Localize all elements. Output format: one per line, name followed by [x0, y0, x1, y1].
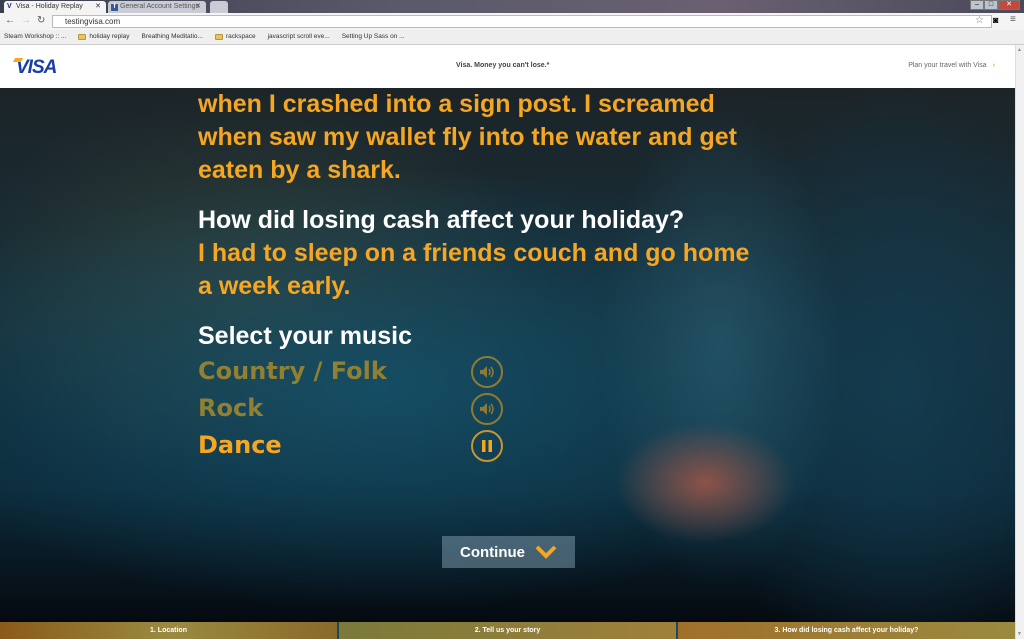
plan-link-label: Plan your travel with Visa: [908, 62, 987, 69]
plan-travel-link[interactable]: Plan your travel with Visa ›: [908, 62, 995, 69]
story-content: when I crashed into a sign post. I screa…: [198, 88, 838, 464]
text-line: a week early.: [198, 272, 351, 300]
back-icon[interactable]: ←: [5, 15, 15, 26]
tagline: Visa. Money you can't lose.*: [456, 62, 550, 69]
scroll-down-icon[interactable]: ▼: [1017, 631, 1022, 637]
close-tab-icon[interactable]: ✕: [95, 1, 101, 13]
menu-icon[interactable]: ≡: [1010, 14, 1016, 25]
text-line: when saw my wallet fly into the water an…: [198, 123, 738, 151]
folder-icon: [214, 34, 223, 40]
tab-visa-holiday-replay[interactable]: V Visa - Holiday Replay ✕: [4, 1, 106, 13]
bookmark-label: Setting Up Sass on ...: [341, 33, 405, 40]
bookmark[interactable]: Setting Up Sass on ...: [342, 30, 405, 44]
chevron-down-icon: [535, 545, 557, 559]
music-option-country-folk[interactable]: Country / Folk: [198, 353, 838, 390]
new-tab-button[interactable]: [210, 1, 228, 13]
tab-general-account-settings[interactable]: f General Account Settings ✕: [108, 1, 206, 13]
text-line: eaten by a shark.: [198, 156, 401, 184]
bookmark-folder[interactable]: holiday replay: [78, 30, 130, 44]
facebook-favicon-icon: f: [111, 4, 118, 11]
speaker-icon[interactable]: [471, 356, 503, 388]
minimize-icon[interactable]: –: [970, 0, 984, 10]
text-line: when I crashed into a sign post. I screa…: [198, 90, 715, 118]
music-option-dance[interactable]: Dance: [198, 427, 838, 464]
bookmark-label: Steam Workshop :: ...: [4, 33, 67, 40]
text-line: I had to sleep on a friends couch and go…: [198, 239, 750, 267]
visa-favicon-icon: V: [7, 3, 12, 10]
scrollbar[interactable]: ▲ ▼: [1015, 45, 1024, 639]
bookmark-star-icon[interactable]: ☆: [975, 15, 984, 26]
bookmark-label: javascript scroll eve...: [267, 33, 330, 40]
question-heading: How did losing cash affect your holiday?: [198, 206, 685, 234]
close-tab-icon[interactable]: ✕: [195, 1, 201, 13]
progress-steps: 1. Location 2. Tell us your story 3. How…: [0, 622, 1015, 639]
bookmark-label: Breathing Meditatio...: [141, 33, 203, 40]
page: VISA Visa. Money you can't lose.* Plan y…: [0, 45, 1015, 639]
step-cash-effect[interactable]: 3. How did losing cash affect your holid…: [678, 622, 1015, 639]
music-option-rock[interactable]: Rock: [198, 390, 838, 427]
music-option-label: Country / Folk: [198, 357, 387, 385]
chevron-right-icon: ›: [992, 62, 995, 69]
incognito-icon[interactable]: ◙: [993, 15, 998, 25]
tab-title: Visa - Holiday Replay: [16, 3, 83, 10]
bookmark-label: rackspace: [225, 33, 256, 40]
visa-logo[interactable]: VISA: [16, 57, 57, 79]
step-location[interactable]: 1. Location: [0, 622, 339, 639]
url-input[interactable]: testingvisa.com: [52, 15, 992, 28]
bookmark[interactable]: Steam Workshop :: ...: [4, 30, 66, 44]
music-option-label: Rock: [198, 394, 264, 422]
bookmark[interactable]: Breathing Meditatio...: [142, 30, 203, 44]
bookmark[interactable]: javascript scroll eve...: [268, 30, 330, 44]
bookmark-folder[interactable]: rackspace: [214, 30, 256, 44]
close-window-icon[interactable]: ✕: [998, 0, 1020, 10]
browser-tab-bar: V Visa - Holiday Replay ✕ f General Account…: [0, 0, 1024, 13]
reload-icon[interactable]: ↻: [37, 15, 45, 26]
bookmarks-bar: Steam Workshop :: ... holiday replay Bre…: [0, 30, 1024, 45]
tab-title: General Account Settings: [120, 3, 199, 10]
scroll-up-icon[interactable]: ▲: [1017, 47, 1022, 53]
speaker-icon[interactable]: [471, 393, 503, 425]
forward-icon[interactable]: →: [21, 15, 31, 26]
site-header: VISA Visa. Money you can't lose.* Plan y…: [0, 45, 1015, 88]
continue-label: Continue: [460, 543, 525, 561]
bookmark-label: holiday replay: [89, 33, 130, 40]
continue-button[interactable]: Continue: [442, 536, 575, 568]
maximize-icon[interactable]: □: [984, 0, 998, 10]
music-option-label: Dance: [198, 431, 282, 459]
step-tell-story[interactable]: 2. Tell us your story: [339, 622, 678, 639]
address-bar: ← → ↻ testingvisa.com ☆ ◙ ≡: [0, 13, 1024, 30]
folder-icon: [78, 34, 87, 40]
story-answer: when I crashed into a sign post. I screa…: [198, 88, 838, 187]
music-heading: Select your music: [198, 322, 412, 350]
pause-icon[interactable]: [471, 430, 503, 462]
